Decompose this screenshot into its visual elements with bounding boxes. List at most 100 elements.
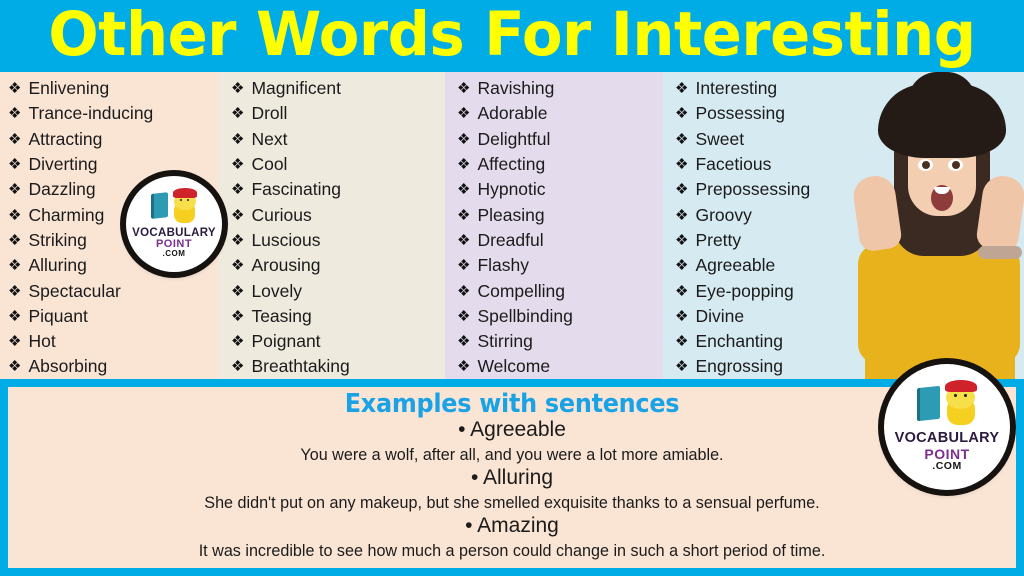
word-item: ❖ Compelling	[445, 278, 663, 303]
header-banner: Other Words For Interesting	[0, 0, 1024, 72]
example-sentence: You were a wolf, after all, and you were…	[300, 445, 724, 464]
logo-mascot	[126, 186, 222, 226]
word-item: ❖ Welcome	[445, 354, 663, 379]
diamond-bullet-icon: ❖	[675, 206, 689, 224]
diamond-bullet-icon: ❖	[231, 130, 245, 148]
word-label: Enlivening	[28, 78, 110, 99]
example-word: • Amazing	[465, 514, 559, 537]
examples-panel: Examples with sentences • Agreeable You …	[4, 383, 1020, 572]
example-word: • Alluring	[470, 466, 554, 489]
diamond-bullet-icon: ❖	[457, 206, 471, 224]
diamond-bullet-icon: ❖	[457, 231, 471, 249]
word-item: ❖ Next	[218, 127, 445, 152]
word-label: Diverting	[28, 154, 98, 175]
logo-line-1: VOCABULARY	[894, 430, 1000, 447]
diamond-bullet-icon: ❖	[231, 181, 245, 199]
diamond-bullet-icon: ❖	[231, 231, 245, 249]
word-item: ❖ Sweet	[663, 127, 1024, 152]
word-label: Attracting	[28, 128, 103, 149]
word-label: Pleasing	[477, 204, 545, 225]
word-label: Spellbinding	[477, 305, 573, 326]
word-item: ❖ Eye-popping	[663, 278, 1024, 303]
word-label: Alluring	[28, 255, 87, 276]
word-item: ❖ Luscious	[218, 228, 445, 253]
diamond-bullet-icon: ❖	[457, 358, 471, 376]
word-item: ❖ Pretty	[663, 228, 1024, 253]
diamond-bullet-icon: ❖	[8, 80, 22, 98]
word-item: ❖ Pleasing	[445, 202, 663, 227]
word-label: Absorbing	[28, 356, 108, 377]
diamond-bullet-icon: ❖	[675, 105, 689, 123]
word-label: Compelling	[477, 280, 565, 301]
logo-line-3: .COM	[932, 460, 962, 473]
chick-eye-right	[186, 198, 189, 201]
word-item: ❖ Cool	[218, 152, 445, 177]
diamond-bullet-icon: ❖	[231, 257, 245, 275]
logo-mascot	[884, 377, 1010, 430]
chick-icon	[172, 188, 197, 223]
diamond-bullet-icon: ❖	[457, 282, 471, 300]
word-label: Piquant	[28, 305, 88, 326]
word-column-3: ❖ Ravishing ❖ Adorable ❖ Delightful ❖ Affect…	[445, 72, 663, 379]
word-label: Groovy	[695, 204, 752, 225]
word-label: Spectacular	[28, 280, 121, 301]
diamond-bullet-icon: ❖	[457, 257, 471, 275]
word-item: ❖ Spectacular	[0, 278, 218, 303]
word-label: Eye-popping	[695, 280, 794, 301]
diamond-bullet-icon: ❖	[8, 181, 22, 199]
diamond-bullet-icon: ❖	[8, 156, 22, 174]
word-item: ❖ Flashy	[445, 253, 663, 278]
diamond-bullet-icon: ❖	[8, 206, 22, 224]
vocabulary-point-logo: VOCABULARY POINT .COM	[884, 364, 1010, 490]
word-label: Arousing	[251, 255, 321, 276]
diamond-bullet-icon: ❖	[675, 181, 689, 199]
diamond-bullet-icon: ❖	[457, 80, 471, 98]
word-item: ❖ Absorbing	[0, 354, 218, 379]
word-item: ❖ Trance-inducing	[0, 101, 218, 126]
chick-hat-icon	[945, 379, 977, 393]
word-item: ❖ Droll	[218, 101, 445, 126]
chick-eye-left	[179, 198, 182, 201]
diamond-bullet-icon: ❖	[8, 282, 22, 300]
diamond-bullet-icon: ❖	[231, 358, 245, 376]
word-item: ❖ Curious	[218, 202, 445, 227]
example-sentence: She didn't put on any makeup, but she sm…	[204, 493, 820, 512]
word-label: Lovely	[251, 280, 303, 301]
word-label: Cool	[251, 154, 288, 175]
word-label: Curious	[251, 204, 312, 225]
word-item: ❖ Interesting	[663, 76, 1024, 101]
diamond-bullet-icon: ❖	[457, 156, 471, 174]
word-item: ❖ Facetious	[663, 152, 1024, 177]
word-item: ❖ Enlivening	[0, 76, 218, 101]
word-item: ❖ Attracting	[0, 127, 218, 152]
diamond-bullet-icon: ❖	[457, 307, 471, 325]
diamond-bullet-icon: ❖	[675, 282, 689, 300]
logo-wordmark: VOCABULARY POINT .COM	[884, 431, 1010, 490]
word-item: ❖ Delightful	[445, 127, 663, 152]
diamond-bullet-icon: ❖	[8, 105, 22, 123]
word-label: Trance-inducing	[28, 103, 154, 124]
word-label: Hot	[28, 331, 56, 352]
word-item: ❖ Magnificent	[218, 76, 445, 101]
word-label: Hypnotic	[477, 179, 546, 200]
word-item: ❖ Diverting	[0, 152, 218, 177]
diamond-bullet-icon: ❖	[231, 333, 245, 351]
word-label: Stirring	[477, 331, 533, 352]
word-item: ❖ Piquant	[0, 304, 218, 329]
chick-hat-icon	[172, 188, 197, 198]
diamond-bullet-icon: ❖	[231, 307, 245, 325]
examples-heading: Examples with sentences	[344, 389, 680, 419]
logo-line-3: .COM	[162, 249, 186, 259]
vocabulary-point-logo: VOCABULARY POINT .COM	[126, 176, 222, 272]
word-item: ❖ Prepossessing	[663, 177, 1024, 202]
word-label: Dreadful	[477, 229, 544, 250]
word-item: ❖ Dreadful	[445, 228, 663, 253]
diamond-bullet-icon: ❖	[457, 105, 471, 123]
diamond-bullet-icon: ❖	[231, 156, 245, 174]
word-label: Delightful	[477, 128, 551, 149]
word-label: Droll	[251, 103, 288, 124]
word-label: Ravishing	[477, 78, 555, 99]
word-label: Striking	[28, 229, 87, 250]
word-label: Enchanting	[695, 331, 784, 352]
word-label: Divine	[695, 305, 745, 326]
